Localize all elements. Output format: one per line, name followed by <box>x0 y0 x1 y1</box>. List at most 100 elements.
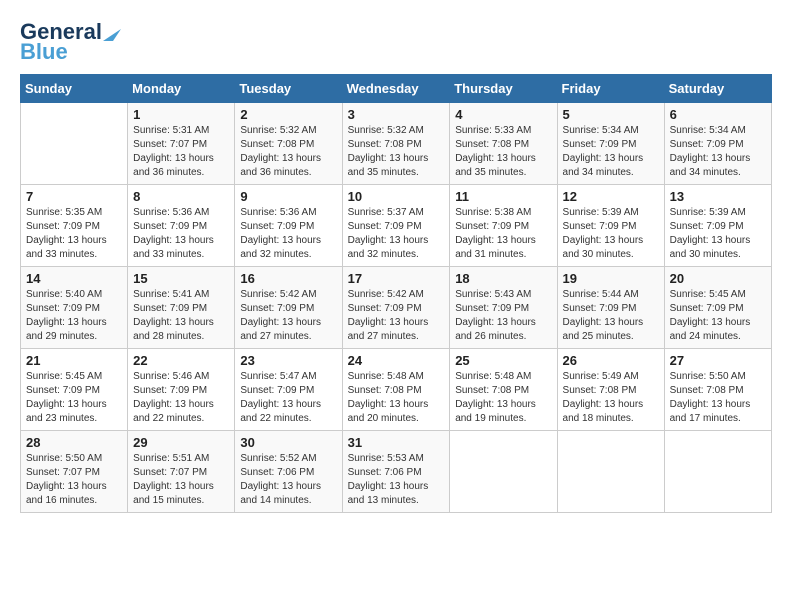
day-info: Sunrise: 5:32 AMSunset: 7:08 PMDaylight:… <box>348 124 445 180</box>
day-info: Sunrise: 5:52 AMSunset: 7:06 PMDaylight:… <box>240 452 336 508</box>
day-number: 1 <box>133 107 229 122</box>
calendar-cell: 9Sunrise: 5:36 AMSunset: 7:09 PMDaylight… <box>235 185 342 267</box>
calendar-cell: 19Sunrise: 5:44 AMSunset: 7:09 PMDayligh… <box>557 267 664 349</box>
calendar-cell: 4Sunrise: 5:33 AMSunset: 7:08 PMDaylight… <box>450 103 557 185</box>
calendar-cell <box>21 103 128 185</box>
day-info: Sunrise: 5:35 AMSunset: 7:09 PMDaylight:… <box>26 206 122 262</box>
day-info: Sunrise: 5:48 AMSunset: 7:08 PMDaylight:… <box>455 370 551 426</box>
day-info: Sunrise: 5:47 AMSunset: 7:09 PMDaylight:… <box>240 370 336 426</box>
page-header: General Blue <box>20 20 772 64</box>
day-of-week-header: Sunday <box>21 75 128 103</box>
day-number: 28 <box>26 435 122 450</box>
calendar-cell: 28 Sunrise: 5:50 AMSunset: 7:07 PMDayligh… <box>21 431 128 513</box>
day-info: Sunrise: 5:50 AMSunset: 7:08 PMDaylight:… <box>670 370 766 426</box>
day-number: 27 <box>670 353 766 368</box>
day-info: Sunrise: 5:32 AMSunset: 7:08 PMDaylight:… <box>240 124 336 180</box>
calendar-cell: 1 Sunrise: 5:31 AMSunset: 7:07 PMDaylight… <box>128 103 235 185</box>
day-of-week-header: Wednesday <box>342 75 450 103</box>
day-number: 12 <box>563 189 659 204</box>
day-number: 14 <box>26 271 122 286</box>
day-info: Sunrise: 5:51 AMSunset: 7:07 PMDaylight:… <box>133 452 229 508</box>
day-number: 29 <box>133 435 229 450</box>
day-number: 8 <box>133 189 229 204</box>
day-info: Sunrise: 5:34 AMSunset: 7:09 PMDaylight:… <box>670 124 766 180</box>
calendar-cell: 21 Sunrise: 5:45 AMSunset: 7:09 PMDayligh… <box>21 349 128 431</box>
calendar-cell: 8 Sunrise: 5:36 AMSunset: 7:09 PMDaylight… <box>128 185 235 267</box>
calendar-cell: 22 Sunrise: 5:46 AMSunset: 7:09 PMDayligh… <box>128 349 235 431</box>
calendar-cell: 16 Sunrise: 5:42 AMSunset: 7:09 PMDayligh… <box>235 267 342 349</box>
calendar-cell <box>664 431 771 513</box>
day-info: Sunrise: 5:50 AMSunset: 7:07 PMDaylight:… <box>26 452 122 508</box>
day-info: Sunrise: 5:36 AMSunset: 7:09 PMDaylight:… <box>240 206 336 262</box>
day-info: Sunrise: 5:44 AMSunset: 7:09 PMDaylight:… <box>563 288 659 344</box>
day-number: 5 <box>563 107 659 122</box>
day-info: Sunrise: 5:34 AMSunset: 7:09 PMDaylight:… <box>563 124 659 180</box>
calendar-cell: 20Sunrise: 5:45 AMSunset: 7:09 PMDayligh… <box>664 267 771 349</box>
day-number: 31 <box>348 435 445 450</box>
day-of-week-header: Tuesday <box>235 75 342 103</box>
day-number: 10 <box>348 189 445 204</box>
day-number: 7 <box>26 189 122 204</box>
calendar-week-row: 7 Sunrise: 5:35 AMSunset: 7:09 PMDaylight… <box>21 185 772 267</box>
day-info: Sunrise: 5:31 AMSunset: 7:07 PMDaylight:… <box>133 124 229 180</box>
day-number: 21 <box>26 353 122 368</box>
calendar-cell: 13 Sunrise: 5:39 AMSunset: 7:09 PMDayligh… <box>664 185 771 267</box>
calendar-week-row: 21 Sunrise: 5:45 AMSunset: 7:09 PMDayligh… <box>21 349 772 431</box>
calendar-cell: 5 Sunrise: 5:34 AMSunset: 7:09 PMDaylight… <box>557 103 664 185</box>
day-number: 13 <box>670 189 766 204</box>
day-number: 2 <box>240 107 336 122</box>
day-number: 25 <box>455 353 551 368</box>
calendar-cell: 31 Sunrise: 5:53 AMSunset: 7:06 PMDayligh… <box>342 431 450 513</box>
day-number: 16 <box>240 271 336 286</box>
calendar-cell: 6 Sunrise: 5:34 AMSunset: 7:09 PMDaylight… <box>664 103 771 185</box>
day-info: Sunrise: 5:46 AMSunset: 7:09 PMDaylight:… <box>133 370 229 426</box>
day-of-week-header: Saturday <box>664 75 771 103</box>
calendar-cell: 27 Sunrise: 5:50 AMSunset: 7:08 PMDayligh… <box>664 349 771 431</box>
calendar-cell: 3 Sunrise: 5:32 AMSunset: 7:08 PMDaylight… <box>342 103 450 185</box>
calendar-cell: 30Sunrise: 5:52 AMSunset: 7:06 PMDayligh… <box>235 431 342 513</box>
day-info: Sunrise: 5:39 AMSunset: 7:09 PMDaylight:… <box>563 206 659 262</box>
calendar-cell: 15Sunrise: 5:41 AMSunset: 7:09 PMDayligh… <box>128 267 235 349</box>
calendar-cell <box>450 431 557 513</box>
calendar-cell: 11 Sunrise: 5:38 AMSunset: 7:09 PMDayligh… <box>450 185 557 267</box>
calendar-cell: 18Sunrise: 5:43 AMSunset: 7:09 PMDayligh… <box>450 267 557 349</box>
day-of-week-header: Monday <box>128 75 235 103</box>
day-number: 6 <box>670 107 766 122</box>
day-info: Sunrise: 5:40 AMSunset: 7:09 PMDaylight:… <box>26 288 122 344</box>
day-info: Sunrise: 5:45 AMSunset: 7:09 PMDaylight:… <box>26 370 122 426</box>
day-info: Sunrise: 5:48 AMSunset: 7:08 PMDaylight:… <box>348 370 445 426</box>
day-info: Sunrise: 5:53 AMSunset: 7:06 PMDaylight:… <box>348 452 445 508</box>
calendar-cell <box>557 431 664 513</box>
calendar-week-row: 28 Sunrise: 5:50 AMSunset: 7:07 PMDayligh… <box>21 431 772 513</box>
logo: General Blue <box>20 20 121 64</box>
calendar-cell: 10Sunrise: 5:37 AMSunset: 7:09 PMDayligh… <box>342 185 450 267</box>
calendar-table: SundayMondayTuesdayWednesdayThursdayFrid… <box>20 74 772 513</box>
calendar-cell: 14 Sunrise: 5:40 AMSunset: 7:09 PMDayligh… <box>21 267 128 349</box>
calendar-cell: 24 Sunrise: 5:48 AMSunset: 7:08 PMDayligh… <box>342 349 450 431</box>
day-info: Sunrise: 5:36 AMSunset: 7:09 PMDaylight:… <box>133 206 229 262</box>
day-of-week-header: Friday <box>557 75 664 103</box>
day-info: Sunrise: 5:49 AMSunset: 7:08 PMDaylight:… <box>563 370 659 426</box>
day-number: 22 <box>133 353 229 368</box>
calendar-cell: 26 Sunrise: 5:49 AMSunset: 7:08 PMDayligh… <box>557 349 664 431</box>
day-number: 4 <box>455 107 551 122</box>
day-number: 18 <box>455 271 551 286</box>
calendar-cell: 29 Sunrise: 5:51 AMSunset: 7:07 PMDayligh… <box>128 431 235 513</box>
calendar-week-row: 1 Sunrise: 5:31 AMSunset: 7:07 PMDaylight… <box>21 103 772 185</box>
day-number: 3 <box>348 107 445 122</box>
day-of-week-header: Thursday <box>450 75 557 103</box>
day-info: Sunrise: 5:38 AMSunset: 7:09 PMDaylight:… <box>455 206 551 262</box>
calendar-cell: 17Sunrise: 5:42 AMSunset: 7:09 PMDayligh… <box>342 267 450 349</box>
day-number: 23 <box>240 353 336 368</box>
day-number: 11 <box>455 189 551 204</box>
calendar-week-row: 14 Sunrise: 5:40 AMSunset: 7:09 PMDayligh… <box>21 267 772 349</box>
day-info: Sunrise: 5:41 AMSunset: 7:09 PMDaylight:… <box>133 288 229 344</box>
calendar-cell: 12 Sunrise: 5:39 AMSunset: 7:09 PMDayligh… <box>557 185 664 267</box>
day-info: Sunrise: 5:39 AMSunset: 7:09 PMDaylight:… <box>670 206 766 262</box>
logo-text-blue: Blue <box>20 40 68 64</box>
calendar-cell: 2 Sunrise: 5:32 AMSunset: 7:08 PMDaylight… <box>235 103 342 185</box>
day-info: Sunrise: 5:42 AMSunset: 7:09 PMDaylight:… <box>240 288 336 344</box>
day-number: 26 <box>563 353 659 368</box>
day-number: 24 <box>348 353 445 368</box>
day-info: Sunrise: 5:42 AMSunset: 7:09 PMDaylight:… <box>348 288 445 344</box>
